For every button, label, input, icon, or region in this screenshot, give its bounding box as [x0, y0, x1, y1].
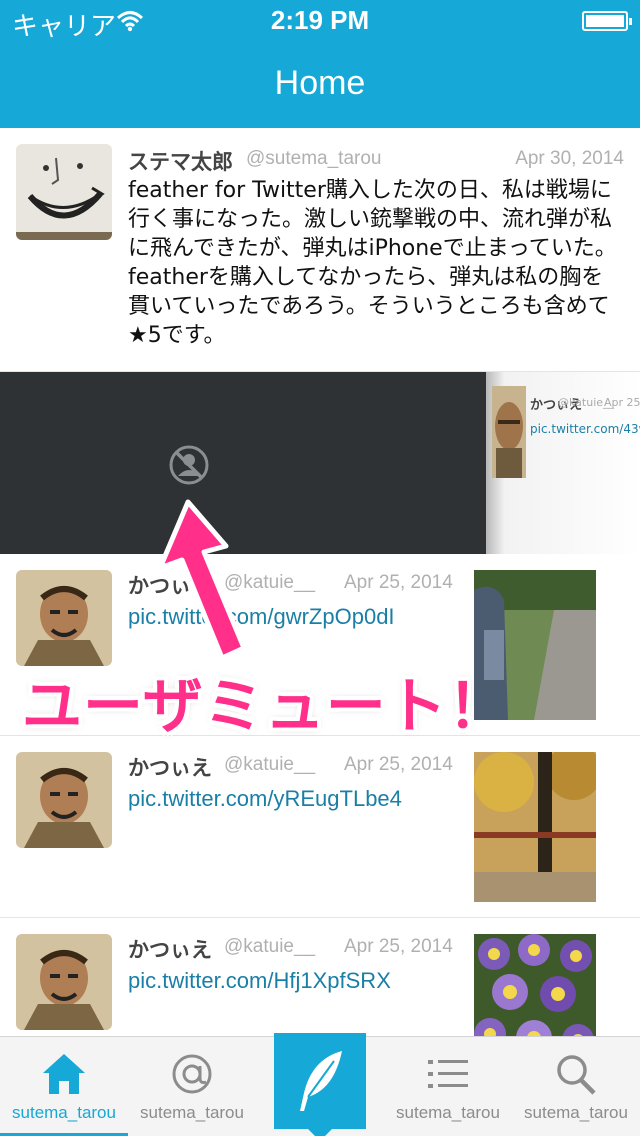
tweet-text: feather for Twitter購入した次の日、私は戦場に行く事になった。…: [128, 178, 617, 348]
tweet-author-name: かつぃえ: [128, 938, 212, 962]
tweet-link[interactable]: pic.twitter.com/yREugTLbe4: [128, 786, 402, 812]
tweet-date: Apr 25, 2014: [344, 754, 453, 775]
status-bar: キャリア 2:19 PM: [0, 0, 640, 42]
timeline[interactable]: ステマ太郎 @sutema_tarou Apr 30, 2014 feather…: [0, 128, 640, 1036]
tab-mentions[interactable]: sutema_tarou: [128, 1037, 256, 1136]
tweet-link[interactable]: pic.twitter.com/Hfj1XpfSRX: [128, 968, 391, 994]
page-title: Home: [274, 64, 366, 102]
tab-label: sutema_tarou: [140, 1103, 244, 1122]
tweet-date: Apr 25, 2014: [344, 572, 453, 593]
tweet-photo[interactable]: [474, 752, 596, 902]
tab-label: sutema_tarou: [12, 1103, 116, 1122]
muted-tweet-row[interactable]: かつぃえ @katuie__ Apr 25 2014 pic.twitter.c…: [0, 372, 640, 554]
tweet-author-handle: @sutema_tarou: [246, 148, 382, 169]
list-icon: [428, 1060, 468, 1088]
avatar[interactable]: [16, 752, 112, 848]
mute-user-icon[interactable]: [168, 444, 210, 490]
tab-search[interactable]: sutema_tarou: [512, 1037, 640, 1136]
tab-label: sutema_tarou: [524, 1103, 628, 1122]
tweet-date: Apr 25, 2014: [344, 936, 453, 957]
tweet-row[interactable]: かつぃえ @katuie__ Apr 25, 2014 pic.twitter.…: [0, 918, 640, 1036]
tweet-author-name: ステマ太郎: [128, 150, 233, 174]
tab-lists[interactable]: sutema_tarou: [384, 1037, 512, 1136]
swiped-tweet-peek: かつぃえ @katuie__ Apr 25 2014 pic.twitter.c…: [486, 372, 640, 554]
feather-icon: [300, 1051, 342, 1111]
tweet-row[interactable]: ステマ太郎 @sutema_tarou Apr 30, 2014 feather…: [0, 128, 640, 372]
avatar[interactable]: [16, 144, 112, 240]
top-bar: キャリア 2:19 PM Home: [0, 0, 640, 128]
tweet-date: Apr 25 2014: [604, 396, 640, 409]
status-time: 2:19 PM: [270, 5, 370, 35]
tweet-author-handle: @katuie__: [224, 936, 316, 957]
tab-label: sutema_tarou: [396, 1103, 500, 1122]
tweet-link[interactable]: pic.twitter.com/43wMgdFF: [530, 422, 640, 436]
battery-icon: [582, 11, 632, 31]
tab-home[interactable]: sutema_tarou: [0, 1037, 128, 1136]
tweet-author-handle: @katuie__: [224, 754, 316, 775]
home-icon: [43, 1054, 85, 1094]
avatar[interactable]: [16, 570, 112, 666]
at-sign-icon: [172, 1054, 212, 1094]
avatar: [492, 386, 526, 478]
arrow-icon: [150, 498, 270, 672]
search-icon: [557, 1055, 596, 1095]
compose-button[interactable]: [274, 1033, 366, 1136]
tweet-date: Apr 30, 2014: [515, 148, 624, 169]
avatar[interactable]: [16, 934, 112, 1030]
tweet-photo[interactable]: [474, 934, 596, 1036]
tab-bar: sutema_tarou sutema_tarou sutema_tarou s…: [0, 1033, 640, 1136]
annotation-caption: ユーザミュート！: [22, 672, 509, 742]
tweet-author-name: かつぃえ: [128, 756, 212, 780]
tweet-row[interactable]: かつぃえ @katuie__ Apr 25, 2014 pic.twitter.…: [0, 736, 640, 918]
